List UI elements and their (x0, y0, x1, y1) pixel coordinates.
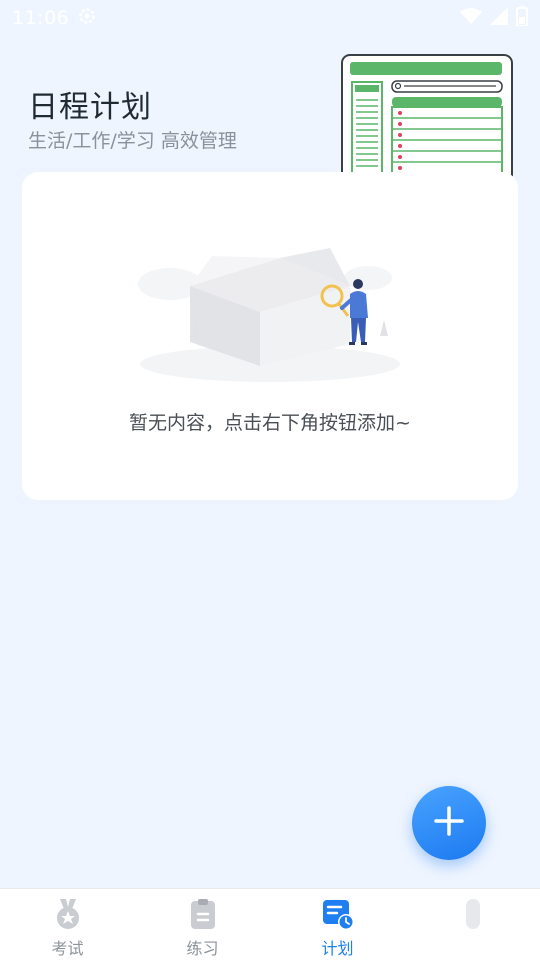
empty-box-illustration (130, 246, 410, 386)
empty-state-card: 暂无内容，点击右下角按钮添加~ (22, 172, 518, 500)
status-right (460, 6, 528, 30)
tab-profile[interactable] (405, 889, 540, 960)
add-plan-button[interactable] (412, 786, 486, 860)
tab-label-exam: 考试 (51, 939, 84, 958)
tab-label-plan: 计划 (321, 939, 354, 958)
settings-gear-icon (77, 6, 97, 31)
cellular-signal-icon (490, 7, 508, 29)
status-bar: 11:06 (0, 0, 540, 36)
tab-plan[interactable]: 计划 (270, 889, 405, 960)
bottom-navigation: 考试 练习 计划 (0, 888, 540, 960)
page-title: 日程计划 (28, 90, 152, 125)
status-left: 11:06 (12, 6, 97, 31)
status-time: 11:06 (12, 7, 70, 29)
schedule-icon (321, 897, 355, 931)
wifi-icon (460, 7, 482, 29)
battery-icon (516, 6, 528, 30)
page-subtitle: 生活/工作/学习 高效管理 (28, 130, 237, 152)
clipboard-icon (186, 897, 220, 931)
tab-practice[interactable]: 练习 (135, 889, 270, 960)
empty-state-message: 暂无内容，点击右下角按钮添加~ (129, 412, 411, 434)
plus-icon (433, 805, 465, 841)
tab-exam[interactable]: 考试 (0, 889, 135, 960)
medal-icon (51, 897, 85, 931)
tab-label-practice: 练习 (186, 939, 219, 958)
profile-icon (456, 897, 490, 931)
schedule-sheet-illustration (340, 54, 514, 186)
